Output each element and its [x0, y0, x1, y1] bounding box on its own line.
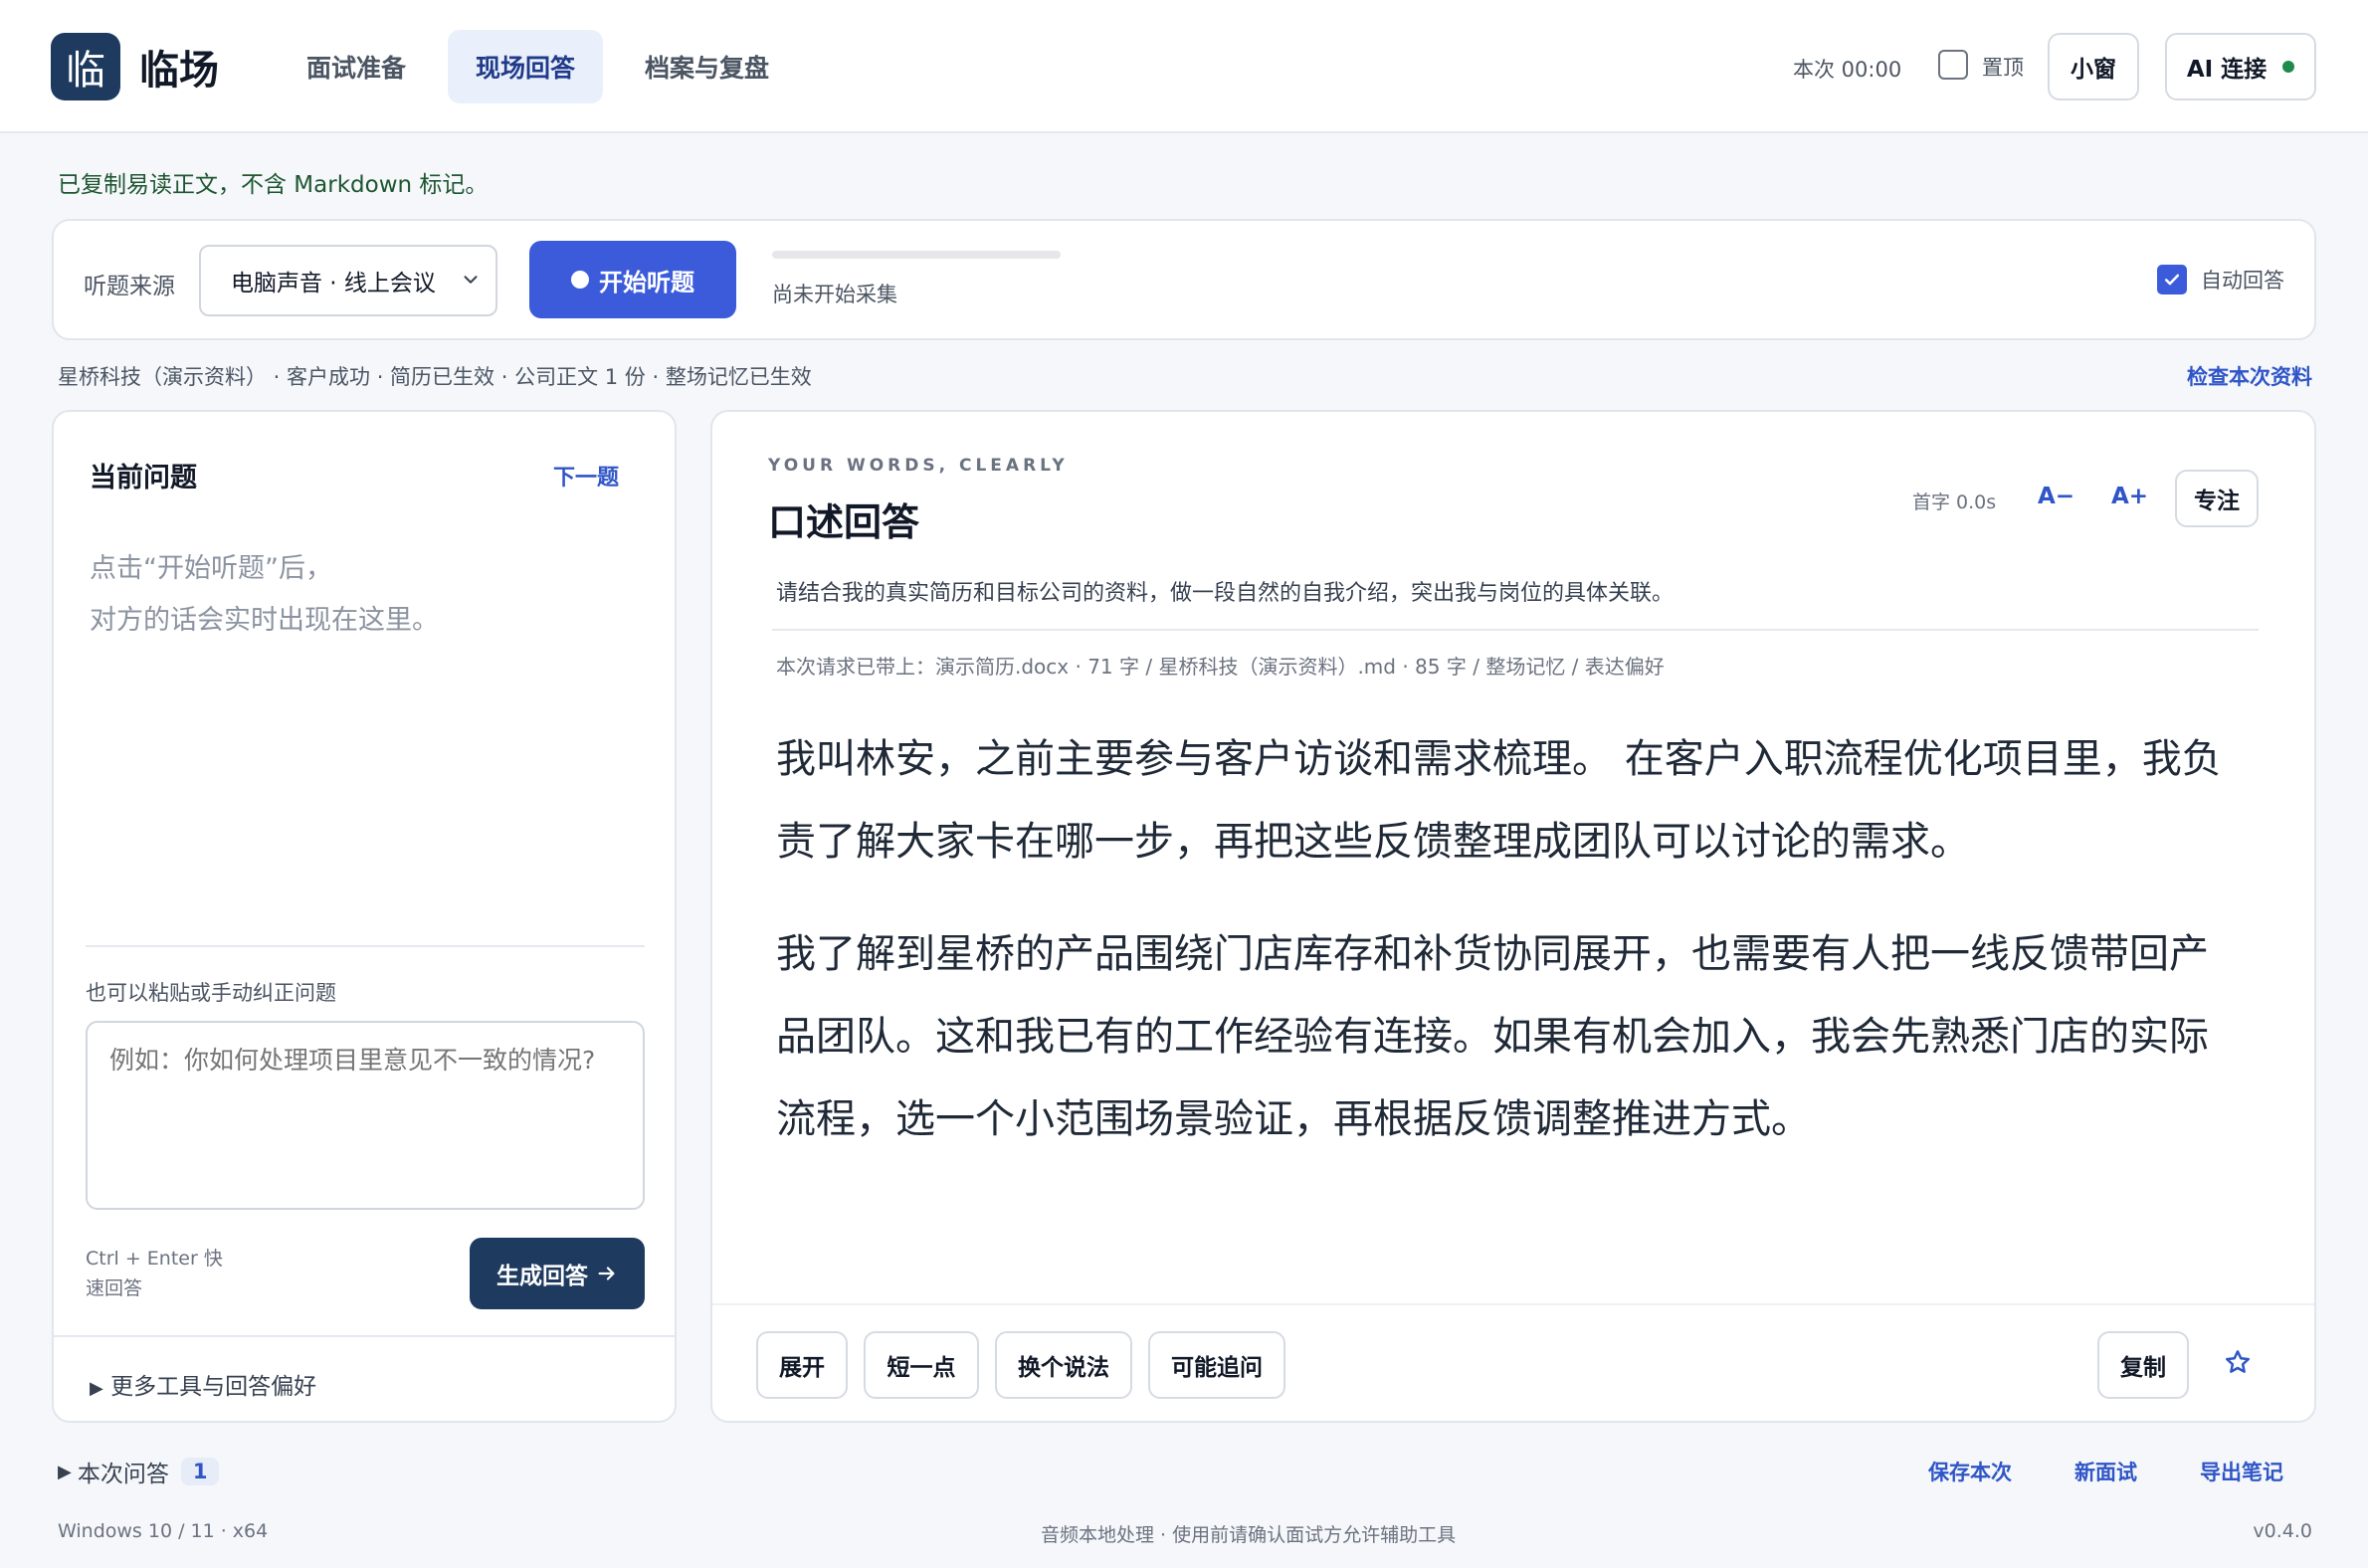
tab-archive-review[interactable]: 档案与复盘	[617, 30, 797, 103]
session-context-summary: 星桥科技（演示资料） · 客户成功 · 简历已生效 · 公司正文 1 份 · 整…	[58, 365, 812, 389]
question-placeholder: 点击“开始听题”后， 对方的话会实时出现在这里。	[90, 543, 439, 647]
font-increase-button[interactable]: A+	[2111, 484, 2148, 509]
checkmark-icon	[2164, 274, 2180, 286]
auto-answer-label: 自动回答	[2201, 269, 2284, 293]
divider	[86, 945, 645, 947]
attached-materials: 本次请求已带上：演示简历.docx · 71 字 / 星桥科技（演示资料）.md…	[776, 655, 1665, 679]
ai-connection-button[interactable]: AI 连接	[2165, 33, 2316, 100]
source-label: 听题来源	[84, 274, 175, 299]
history-label: 本次问答	[77, 1462, 169, 1487]
rephrase-label: 换个说法	[1018, 1355, 1109, 1381]
session-history-toggle[interactable]: ▶ 本次问答 1	[58, 1455, 220, 1488]
current-question-title: 当前问题	[90, 463, 197, 493]
divider	[772, 629, 2259, 631]
next-question-button[interactable]: 下一题	[553, 460, 619, 491]
generate-answer-label: 生成回答	[496, 1264, 588, 1289]
platform-info: Windows 10 / 11 · x64	[58, 1520, 269, 1542]
rephrase-button[interactable]: 换个说法	[995, 1331, 1132, 1399]
connection-status-dot-icon	[2282, 61, 2295, 73]
more-tools-toggle[interactable]: ▶ 更多工具与回答偏好	[90, 1367, 316, 1401]
answer-prompt: 请结合我的真实简历和目标公司的资料，做一段自然的自我介绍，突出我与岗位的具体关联…	[776, 581, 1675, 606]
export-notes-link[interactable]: 导出笔记	[2200, 1457, 2283, 1486]
app-name: 临场	[139, 48, 219, 94]
generate-answer-button[interactable]: 生成回答	[470, 1238, 645, 1309]
follow-up-label: 可能追问	[1171, 1355, 1263, 1381]
tab-live-answer[interactable]: 现场回答	[448, 30, 604, 103]
audio-source-select[interactable]: 电脑声音 · 线上会议	[199, 245, 497, 316]
start-listening-button[interactable]: 开始听题	[529, 241, 736, 318]
chevron-down-icon	[464, 276, 478, 284]
capture-progress-bar	[772, 251, 1061, 259]
auto-answer-checkbox[interactable]	[2157, 265, 2187, 294]
divider	[712, 1303, 2314, 1305]
app-version: v0.4.0	[2253, 1520, 2312, 1542]
shorter-button[interactable]: 短一点	[864, 1331, 979, 1399]
mini-window-label: 小窗	[2071, 57, 2116, 83]
answer-eyebrow: YOUR WORDS, CLEARLY	[768, 456, 1069, 476]
pin-label: 置顶	[1982, 56, 2024, 80]
caret-right-icon: ▶	[58, 1461, 72, 1482]
app-logo: 临	[51, 33, 120, 100]
manual-question-label: 也可以粘贴或手动纠正问题	[86, 981, 336, 1005]
new-interview-link[interactable]: 新面试	[2074, 1457, 2137, 1486]
font-decrease-button[interactable]: A−	[2038, 484, 2074, 509]
question-panel: 当前问题 下一题 点击“开始听题”后， 对方的话会实时出现在这里。 也可以粘贴或…	[52, 410, 677, 1423]
capture-status: 尚未开始采集	[772, 283, 897, 306]
arrow-right-icon	[598, 1267, 615, 1280]
logo-glyph: 临	[66, 48, 105, 94]
question-hint-line: 对方的话会实时出现在这里。	[90, 605, 439, 636]
record-dot-icon	[571, 271, 589, 289]
shortcut-hint: Ctrl + Enter 快 速回答	[86, 1244, 223, 1303]
save-session-link[interactable]: 保存本次	[1928, 1457, 2012, 1486]
check-materials-link[interactable]: 检查本次资料	[2187, 361, 2312, 391]
follow-up-button[interactable]: 可能追问	[1148, 1331, 1285, 1399]
audio-source-value: 电脑声音 · 线上会议	[231, 271, 436, 296]
top-bar: 临 临场 面试准备 现场回答 档案与复盘 本次 00:00 置顶 小窗 AI 连…	[0, 0, 2368, 133]
star-icon[interactable]	[2223, 1347, 2253, 1377]
history-count-badge: 1	[180, 1458, 220, 1485]
first-char-latency: 首字 0.0s	[1912, 491, 1997, 513]
start-listening-label: 开始听题	[599, 268, 694, 296]
focus-mode-label: 专注	[2194, 489, 2240, 514]
session-timer: 本次 00:00	[1793, 58, 1902, 82]
answer-paragraph: 我了解到星桥的产品围绕门店库存和补货协同展开，也需要有人把一线反馈带回产品团队。…	[776, 931, 2209, 1142]
divider	[54, 1335, 675, 1337]
copy-button[interactable]: 复制	[2097, 1331, 2189, 1399]
mini-window-button[interactable]: 小窗	[2048, 33, 2139, 100]
shortcut-hint-line: Ctrl + Enter 快	[86, 1248, 223, 1270]
more-tools-label: 更多工具与回答偏好	[110, 1374, 317, 1400]
ai-connection-label: AI 连接	[2186, 57, 2268, 83]
caret-right-icon: ▶	[90, 1378, 103, 1399]
shorter-label: 短一点	[887, 1355, 956, 1381]
copy-label: 复制	[2120, 1355, 2166, 1381]
expand-button[interactable]: 展开	[756, 1331, 848, 1399]
answer-title: 口述回答	[768, 500, 920, 544]
answer-panel: YOUR WORDS, CLEARLY 口述回答 首字 0.0s A− A+ 专…	[710, 410, 2316, 1423]
tab-interview-prep[interactable]: 面试准备	[279, 30, 434, 103]
manual-question-input[interactable]	[86, 1021, 645, 1210]
privacy-notice: 音频本地处理 · 使用前请确认面试方允许辅助工具	[1041, 1524, 1457, 1546]
copy-notice: 已复制易读正文，不含 Markdown 标记。	[58, 172, 489, 198]
focus-mode-button[interactable]: 专注	[2175, 470, 2259, 527]
expand-label: 展开	[779, 1355, 825, 1381]
answer-text: 我叫林安，之前主要参与客户访谈和需求梳理。 在客户入职流程优化项目里，我负责了解…	[776, 718, 2239, 1191]
shortcut-hint-line: 速回答	[86, 1277, 143, 1299]
answer-paragraph: 我叫林安，之前主要参与客户访谈和需求梳理。 在客户入职流程优化项目里，我负责了解…	[776, 736, 2222, 865]
pin-checkbox[interactable]	[1938, 50, 1968, 80]
question-hint-line: 点击“开始听题”后，	[90, 553, 332, 584]
listen-control-bar: 听题来源 电脑声音 · 线上会议 开始听题 尚未开始采集 自动回答	[52, 219, 2316, 340]
